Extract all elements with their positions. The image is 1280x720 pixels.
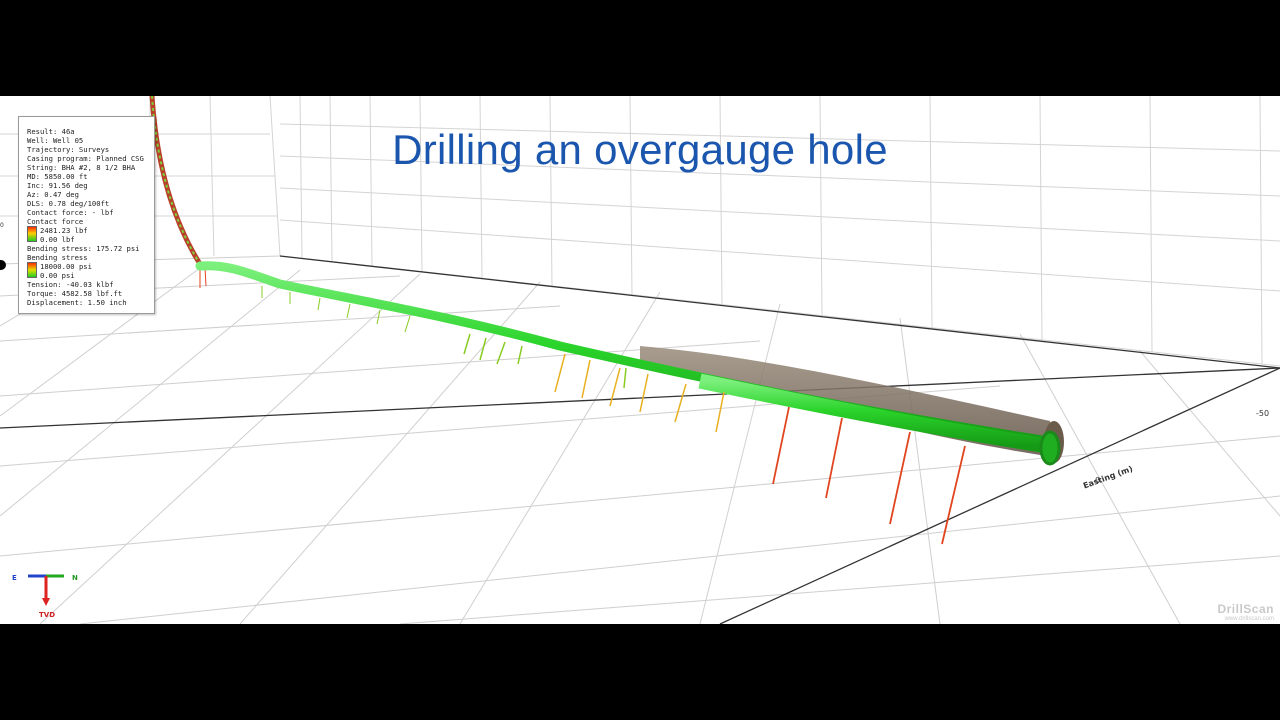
easting-tick-minus50: -50 (1256, 409, 1270, 418)
info-tension: Tension: -40.03 klbf (27, 280, 114, 289)
floor-boundary (0, 255, 1280, 624)
info-dls: DLS: 0.78 deg/100ft (27, 199, 110, 208)
bending-stress-legend-title: Bending stress (27, 253, 88, 262)
bit-face (1039, 430, 1061, 466)
bending-stress-min: 0.00 psi (40, 271, 75, 280)
info-inc: Inc: 91.56 deg (27, 181, 88, 190)
floor-grid (0, 255, 1280, 624)
info-result: Result: 46a (27, 127, 75, 136)
info-az: Az: 0.47 deg (27, 190, 79, 199)
3d-viewport[interactable]: Drilling an overgauge hole 0 Result: 46a… (0, 96, 1280, 624)
info-well: Well: Well 05 (27, 136, 84, 145)
result-info-panel: Result: 46a Well: Well 05 Trajectory: Su… (18, 116, 155, 314)
axis-e-label: E (12, 574, 17, 582)
info-trajectory: Trajectory: Surveys (27, 145, 110, 154)
page-title: Drilling an overgauge hole (392, 126, 888, 173)
left-axis-tick: 0 (0, 222, 4, 229)
contact-force-min: 0.00 lbf (40, 235, 75, 244)
info-contact-force: Contact force: - lbf (27, 208, 114, 217)
watermark-brand: DrillScan (1217, 602, 1274, 616)
bending-stress-legend: 18000.00 psi 0.00 psi (27, 262, 154, 280)
contact-force-legend-title: Contact force (27, 217, 84, 226)
info-md: MD: 5850.00 ft (27, 172, 88, 181)
bending-stress-max: 18000.00 psi (40, 262, 92, 271)
bending-stress-color-scale (27, 262, 37, 278)
axis-n-label: N (72, 574, 78, 582)
info-torque: Torque: 4582.58 lbf.ft (27, 289, 123, 298)
orientation-triad[interactable] (28, 574, 64, 606)
wellbore-scene[interactable] (0, 96, 1280, 624)
info-casing-program: Casing program: Planned CSG (27, 154, 144, 163)
info-bending-stress: Bending stress: 175.72 psi (27, 244, 140, 253)
watermark-url: www.drillscan.com (1224, 616, 1274, 622)
info-string: String: BHA #2, 8 1/2 BHA (27, 163, 136, 172)
vertical-wellbore (149, 96, 203, 266)
contact-force-legend: 2481.23 lbf 0.00 lbf (27, 226, 154, 244)
axis-tvd-label: TVD (39, 611, 56, 619)
drillscan-watermark: DrillScan www.drillscan.com (1217, 602, 1274, 622)
contact-force-max: 2481.23 lbf (40, 226, 88, 235)
contact-force-color-scale (27, 226, 37, 242)
info-displacement: Displacement: 1.50 inch (27, 298, 127, 307)
